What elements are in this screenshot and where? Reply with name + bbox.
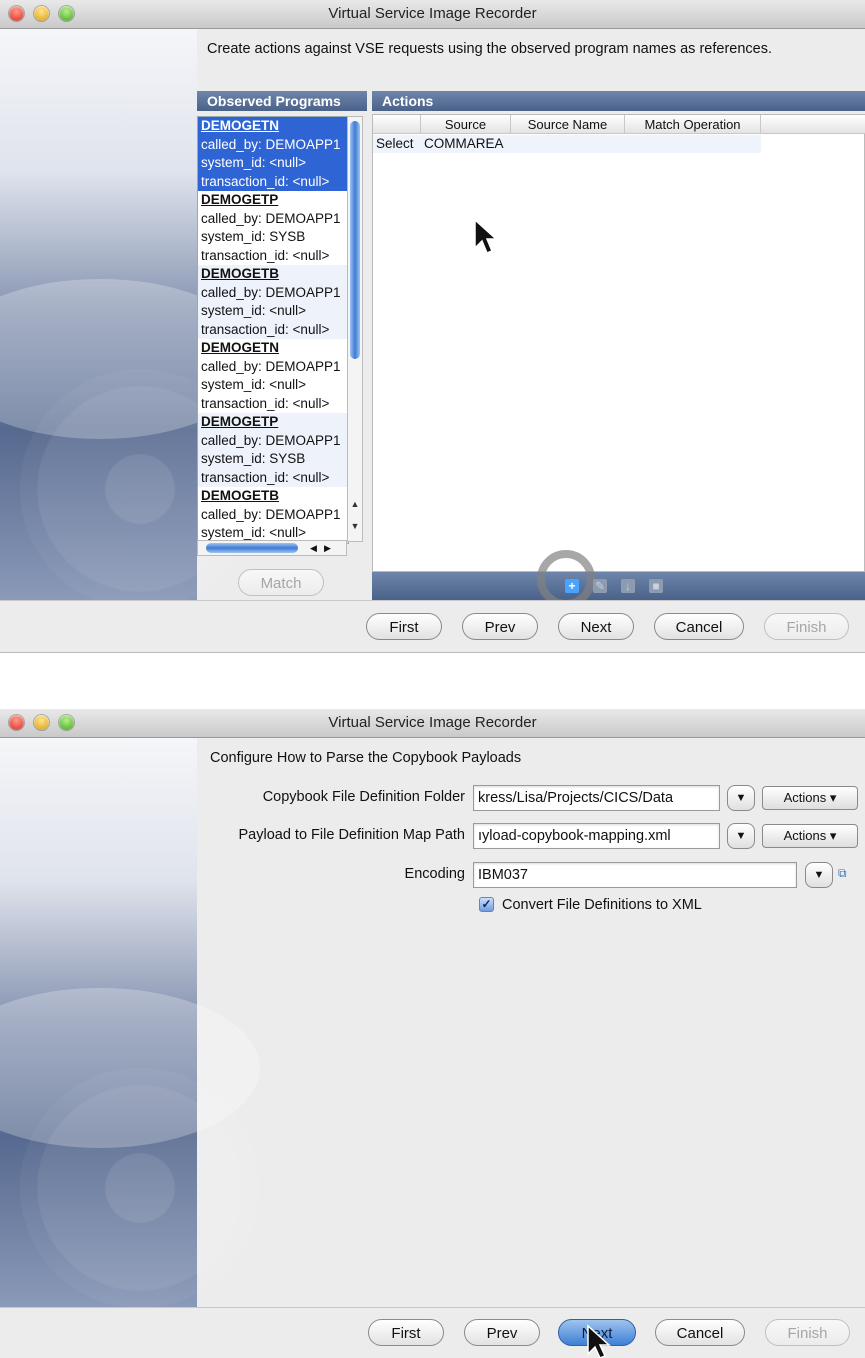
title-bar[interactable]: Virtual Service Image Recorder — [0, 709, 865, 738]
chevron-down-icon[interactable]: ▼ — [727, 785, 755, 811]
program-called-by: called_by: DEMOAPP1 — [201, 210, 341, 226]
table-cell[interactable] — [625, 135, 761, 153]
actions-label: Actions — [783, 828, 827, 843]
move-down-icon[interactable]: ↓ — [621, 579, 635, 593]
program-name: DEMOGETB — [201, 488, 280, 503]
observed-programs-header: Observed Programs — [197, 91, 367, 111]
program-called-by: called_by: DEMOAPP1 — [201, 284, 341, 300]
finish-button[interactable]: Finish — [764, 613, 849, 640]
sidebar-artwork — [0, 738, 260, 1308]
column-header[interactable]: Match Operation — [625, 115, 761, 134]
column-header — [373, 115, 421, 134]
copy-icon[interactable]: ⧉ — [838, 866, 854, 880]
list-item[interactable]: DEMOGETB called_by: DEMOAPP1 system_id: … — [198, 487, 348, 543]
reel-logo-icon — [20, 1068, 260, 1308]
list-item[interactable]: DEMOGETP called_by: DEMOAPP1 system_id: … — [198, 413, 348, 487]
program-name: DEMOGETP — [201, 414, 279, 429]
program-system-id: system_id: <null> — [201, 303, 307, 318]
program-system-id: system_id: SYSB — [201, 451, 306, 466]
copybook-actions-button[interactable]: Actions ▾ — [762, 786, 858, 810]
cancel-button[interactable]: Cancel — [654, 613, 744, 640]
scroll-right-arrow-icon[interactable]: ▶ — [324, 541, 331, 555]
payload-actions-button[interactable]: Actions ▾ — [762, 824, 858, 848]
list-item[interactable]: DEMOGETN called_by: DEMOAPP1 system_id: … — [198, 339, 348, 413]
title-bar[interactable]: Virtual Service Image Recorder — [0, 0, 865, 29]
program-name: DEMOGETP — [201, 192, 279, 207]
cancel-button[interactable]: Cancel — [655, 1319, 745, 1346]
prev-button[interactable]: Prev — [464, 1319, 540, 1346]
mouse-pointer-icon — [587, 1324, 611, 1358]
program-called-by: called_by: DEMOAPP1 — [201, 506, 341, 522]
sidebar-artwork — [0, 29, 260, 609]
scrollbar-thumb[interactable] — [350, 121, 360, 359]
column-header-filler — [761, 115, 865, 134]
actions-toolbar: + ✎ ↓ ■ — [372, 550, 865, 608]
first-button[interactable]: First — [366, 613, 442, 640]
scroll-left-arrow-icon[interactable]: ◀ — [310, 541, 317, 555]
program-transaction-id: transaction_id: <null> — [201, 321, 330, 337]
copybook-folder-field[interactable]: kress/Lisa/Projects/CICS/Data — [473, 785, 720, 811]
convert-checkbox-label: Convert File Definitions to XML — [502, 897, 702, 913]
window-title: Virtual Service Image Recorder — [328, 5, 537, 22]
table-cell[interactable] — [511, 135, 625, 153]
list-item[interactable]: DEMOGETP called_by: DEMOAPP1 system_id: … — [198, 191, 348, 265]
encoding-field[interactable]: IBM037 — [473, 862, 797, 888]
program-name: DEMOGETN — [201, 118, 280, 133]
copybook-folder-label: Copybook File Definition Folder — [262, 789, 465, 805]
program-transaction-id: transaction_id: <null> — [201, 395, 330, 411]
program-system-id: system_id: <null> — [201, 377, 307, 392]
program-called-by: called_by: DEMOAPP1 — [201, 432, 341, 448]
edit-icon[interactable]: ✎ — [593, 579, 607, 593]
mouse-pointer-icon — [474, 218, 498, 254]
match-button[interactable]: Match — [238, 569, 324, 596]
program-name: DEMOGETB — [201, 266, 280, 281]
scroll-down-arrow-icon[interactable]: ▼ — [350, 521, 360, 531]
delete-icon[interactable]: ■ — [649, 579, 663, 593]
program-transaction-id: transaction_id: <null> — [201, 173, 330, 189]
finish-button[interactable]: Finish — [765, 1319, 850, 1346]
instructions-text: Create actions against VSE requests usin… — [207, 41, 772, 57]
program-transaction-id: transaction_id: <null> — [201, 469, 330, 485]
programs-horizontal-scrollbar[interactable]: ◀ ▶ — [197, 540, 347, 556]
list-item[interactable]: DEMOGETB called_by: DEMOAPP1 system_id: … — [198, 265, 348, 339]
chevron-down-icon[interactable]: ▼ — [727, 823, 755, 849]
recorder-window-actions-step: Virtual Service Image Recorder Create ac… — [0, 0, 865, 653]
payload-map-path-field[interactable]: ıyload-copybook-mapping.xml — [473, 823, 720, 849]
wizard-footer: First Prev Next Cancel Finish — [0, 600, 865, 651]
program-called-by: called_by: DEMOAPP1 — [201, 358, 341, 374]
recorder-window-copybook-step: Virtual Service Image Recorder Configure… — [0, 709, 865, 1358]
first-button[interactable]: First — [368, 1319, 444, 1346]
prev-button[interactable]: Prev — [462, 613, 538, 640]
window-title: Virtual Service Image Recorder — [328, 714, 537, 731]
column-header[interactable]: Source — [421, 115, 511, 134]
programs-vertical-scrollbar[interactable]: ▲ ▼ — [347, 116, 363, 542]
add-icon[interactable]: + — [565, 579, 579, 593]
list-item[interactable]: DEMOGETN called_by: DEMOAPP1 system_id: … — [198, 117, 348, 191]
program-called-by: called_by: DEMOAPP1 — [201, 136, 341, 152]
program-system-id: system_id: <null> — [201, 155, 307, 170]
table-cell[interactable]: COMMAREA — [421, 135, 511, 153]
convert-checkbox[interactable]: ✓ — [479, 897, 494, 912]
program-system-id: system_id: SYSB — [201, 229, 306, 244]
wizard-footer: First Prev Next Cancel Finish — [0, 1307, 865, 1358]
chevron-down-icon[interactable]: ▼ — [805, 862, 833, 888]
scroll-up-arrow-icon[interactable]: ▲ — [350, 499, 360, 509]
actions-label: Actions — [783, 790, 827, 805]
actions-table[interactable]: Source Source Name Match Operation Selec… — [372, 114, 865, 572]
observed-programs-list[interactable]: DEMOGETN called_by: DEMOAPP1 system_id: … — [197, 116, 349, 544]
table-cell[interactable]: Select — [373, 135, 421, 153]
program-transaction-id: transaction_id: <null> — [201, 247, 330, 263]
scrollbar-thumb[interactable] — [206, 543, 298, 553]
payload-map-path-label: Payload to File Definition Map Path — [238, 827, 466, 843]
actions-header: Actions — [372, 91, 865, 111]
column-header[interactable]: Source Name — [511, 115, 625, 134]
next-button[interactable]: Next — [558, 613, 634, 640]
encoding-label: Encoding — [404, 866, 465, 882]
page-heading: Configure How to Parse the Copybook Payl… — [210, 750, 522, 766]
program-name: DEMOGETN — [201, 340, 280, 355]
